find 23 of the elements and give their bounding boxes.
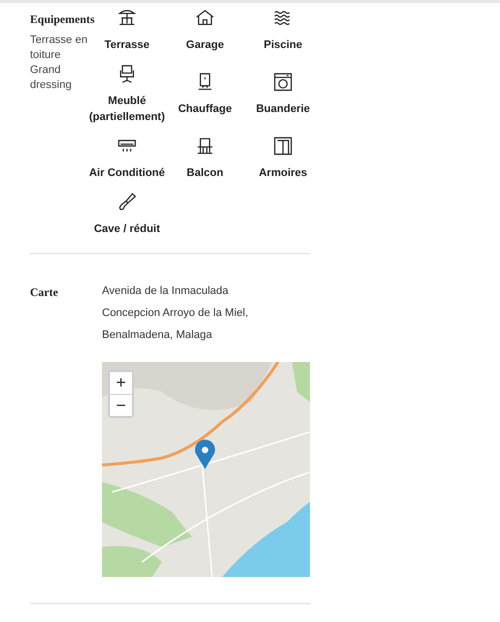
section-heading: Equipements <box>30 13 95 28</box>
address-text: Benalmadena, Malaga <box>102 328 214 343</box>
feature-text: Grand dressing <box>30 63 73 94</box>
brush-icon <box>116 191 138 213</box>
wardrobe-icon <box>272 135 294 157</box>
amenity-label: Armoires <box>258 166 308 181</box>
amenity-label: Meublé (partiellement) <box>88 94 166 125</box>
amenity-label: Balcon <box>186 166 224 181</box>
amenity-label: Terrasse <box>104 38 150 53</box>
zoom-out-button[interactable]: − <box>110 394 132 416</box>
amenity-label: Air Conditioné <box>89 166 165 181</box>
amenity-label: Chauffage <box>178 102 232 117</box>
amenity-label: Cave / réduit <box>94 222 160 237</box>
address-text: Concepcion Arroyo de la Miel, <box>102 306 250 321</box>
feature-text: Terrasse en toiture <box>30 33 88 64</box>
map[interactable]: + − <box>102 362 310 577</box>
amenity-label: Buanderie <box>256 102 310 117</box>
address-text: Avenida de la Inmaculada <box>102 284 230 299</box>
amenity-label: Garage <box>186 38 224 53</box>
location-pin-icon <box>195 440 215 469</box>
amenity-label: Piscine <box>264 38 302 53</box>
washing-machine-icon <box>272 71 294 93</box>
section-heading: Carte <box>30 286 58 301</box>
